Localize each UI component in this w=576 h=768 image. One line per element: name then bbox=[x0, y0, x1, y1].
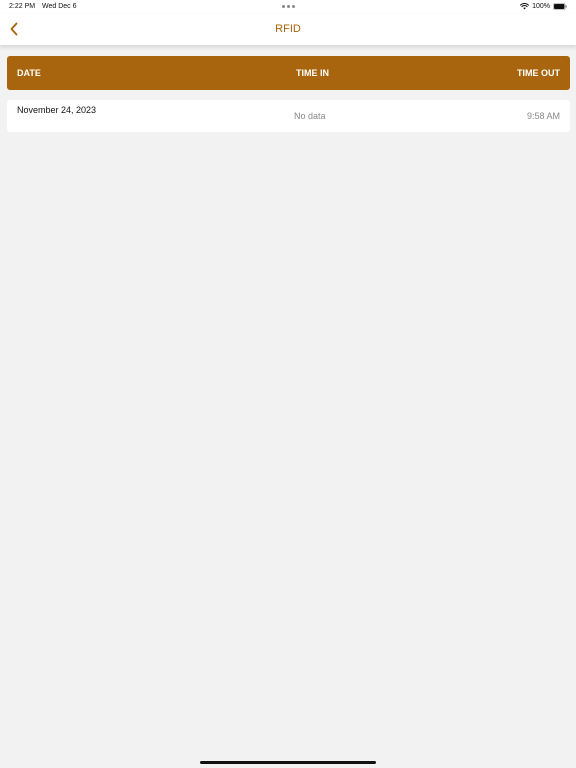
multitasking-dots-icon[interactable] bbox=[282, 5, 295, 8]
page-title: RFID bbox=[275, 23, 301, 35]
column-header-time-out: TIME OUT bbox=[517, 68, 560, 78]
battery-icon bbox=[553, 3, 567, 10]
status-bar: 2:22 PM Wed Dec 6 100% bbox=[0, 0, 576, 14]
row-date: November 24, 2023 bbox=[17, 105, 97, 115]
wifi-icon bbox=[520, 3, 530, 10]
status-date: Wed Dec 6 bbox=[42, 3, 77, 10]
battery-percent: 100% bbox=[532, 3, 550, 10]
home-indicator[interactable] bbox=[200, 761, 376, 764]
status-time: 2:22 PM bbox=[9, 3, 36, 10]
column-header-date: DATE bbox=[17, 68, 41, 78]
table-row[interactable]: November 24, 2023 No data 9:58 AM bbox=[7, 100, 570, 132]
row-time-out: 9:58 AM bbox=[526, 111, 560, 121]
column-header-time-in: TIME IN bbox=[296, 68, 329, 78]
status-right: 100% bbox=[520, 3, 567, 10]
navigation-bar: RFID bbox=[0, 14, 576, 45]
table-header: DATE TIME IN TIME OUT bbox=[7, 56, 570, 90]
row-time-in: No data bbox=[294, 111, 326, 121]
